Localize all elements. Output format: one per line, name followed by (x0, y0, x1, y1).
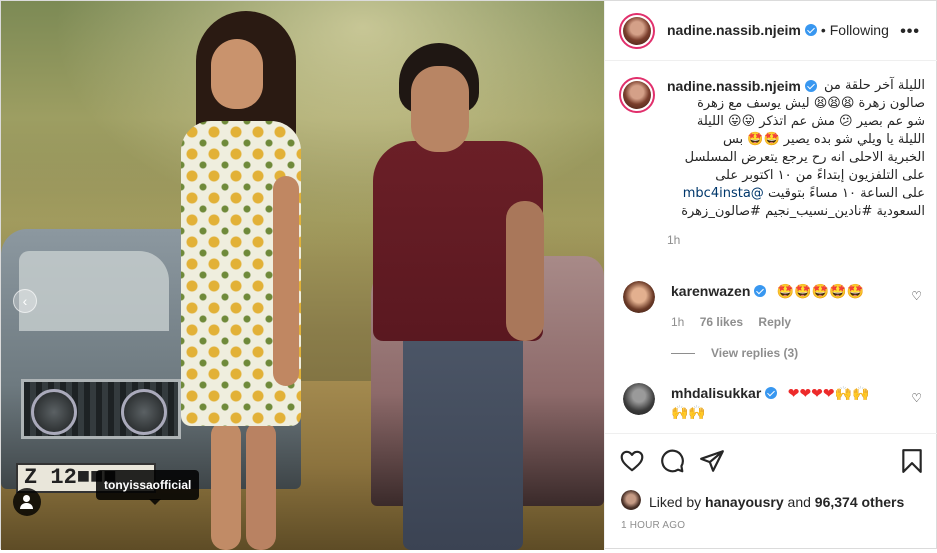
likes-and: and (787, 494, 811, 510)
mention-link[interactable]: @mbc4insta (683, 186, 764, 201)
comments-list[interactable]: nadine.nassib.njeim الليلة آخر حلقة من ص… (605, 61, 937, 433)
comment-item: karenwazen 🤩🤩🤩🤩🤩 1h 76 likes Reply ♡ (605, 277, 937, 337)
car-window (19, 251, 169, 331)
comment-text-continued: 🙌🙌 (671, 405, 706, 421)
photo-man-arm (506, 201, 544, 341)
commenter-avatar[interactable] (623, 383, 655, 415)
bookmark-icon[interactable] (899, 448, 925, 474)
caption-line-4: الليلة يا ويلي شو بده يصير 🤩🤩 بس (722, 132, 925, 147)
caption-line-2: صالون زهرة 😫😫😫 ليش يوسف مع زهرة (697, 96, 925, 111)
liked-by-user[interactable]: hanayousry (705, 494, 784, 510)
commenter-username[interactable]: karenwazen (671, 283, 750, 299)
photo-woman-leg (246, 421, 276, 550)
post-side-panel: nadine.nassib.njeim • Following ••• nadine… (604, 1, 937, 550)
verified-icon (765, 387, 778, 399)
likes-others[interactable]: 96,374 others (815, 494, 905, 510)
post-timestamp[interactable]: 1 HOUR AGO (621, 520, 685, 531)
share-icon[interactable] (699, 448, 725, 474)
comment-text: ❤❤❤❤🙌🙌 (787, 386, 870, 402)
commenter-username[interactable]: mhdalisukkar (671, 385, 761, 401)
verified-icon (804, 80, 817, 92)
photo-man-face (411, 66, 469, 152)
caption-time[interactable]: 1h (667, 231, 925, 249)
comment-meta: 1h 76 likes Reply (671, 315, 791, 329)
comment-like-icon[interactable]: ♡ (911, 289, 922, 303)
more-icon[interactable]: ••• (900, 23, 920, 41)
car-headlamp (31, 389, 77, 435)
header-user-line: nadine.nassib.njeim • Following (667, 22, 889, 40)
caption-line-6: على التلفزيون إبتداءً من ١٠ اكتوبر على (715, 168, 925, 183)
commenter-avatar[interactable] (623, 281, 655, 313)
author-username[interactable]: nadine.nassib.njeim (667, 22, 801, 38)
user-tag-label[interactable]: tonyissaofficial (96, 470, 200, 500)
caption-text: nadine.nassib.njeim الليلة آخر حلقة من ص… (667, 77, 925, 249)
verified-icon (754, 285, 767, 297)
caption-line-3: شو عم بصير 😕 مش عم اتذكر 😛😛 الليلة (696, 114, 925, 129)
comment-likes[interactable]: 76 likes (700, 315, 743, 329)
user-tag-pointer (149, 499, 161, 505)
likes-text: Liked by hanayousry and 96,374 others (649, 494, 904, 510)
photo-woman-face (211, 39, 263, 109)
verified-icon (804, 24, 817, 36)
caption-line-7-text: على الساعة ١٠ مساءً بتوقيت (767, 186, 925, 201)
carousel-prev-icon[interactable]: ‹ (13, 289, 37, 313)
comment-icon[interactable] (659, 448, 685, 474)
photo-man-jeans (403, 331, 523, 550)
view-replies-button[interactable]: View replies (3) (671, 346, 798, 360)
liked-by-avatar[interactable] (621, 490, 641, 510)
caption-username[interactable]: nadine.nassib.njeim (667, 78, 801, 94)
post-photo[interactable]: Z 12■■■ ‹ tonyissaofficial (1, 1, 604, 550)
comment-line: mhdalisukkar ❤❤❤❤🙌🙌 (671, 385, 870, 403)
following-button[interactable]: Following (830, 22, 889, 38)
comment-text: 🤩🤩🤩🤩🤩 (776, 284, 864, 300)
photo-woman-arm (273, 176, 299, 386)
replies-divider (671, 353, 695, 355)
caption-line-5: الخبرية الاحلى انه رح يرجع يتعرض المسلسل (684, 150, 925, 165)
liked-by-prefix: Liked by (649, 494, 702, 510)
caption-line-1: الليلة آخر حلقة من (823, 78, 925, 93)
caption-first-line: nadine.nassib.njeim الليلة آخر حلقة من (667, 77, 925, 95)
comment-item: mhdalisukkar ❤❤❤❤🙌🙌 🙌🙌 ♡ (605, 379, 937, 433)
heart-icon[interactable] (619, 448, 645, 474)
car-headlamp (121, 389, 167, 435)
post-actions: Liked by hanayousry and 96,374 others 1 … (605, 433, 937, 553)
photo-woman-leg (211, 421, 241, 550)
caption-line-8: السعودية #نادين_نسيب_نجيم #صالون_زهرة (681, 204, 925, 219)
caption-line-7: على الساعة ١٠ مساءً بتوقيت @mbc4insta (667, 185, 925, 203)
caption-avatar[interactable] (619, 77, 655, 113)
comment-time[interactable]: 1h (671, 315, 684, 329)
tag-person-icon[interactable] (13, 488, 41, 516)
post-header: nadine.nassib.njeim • Following ••• (605, 1, 937, 61)
instagram-post-modal: Z 12■■■ ‹ tonyissaofficial nadine.nassib… (0, 0, 937, 550)
view-replies-label: View replies (3) (711, 346, 799, 360)
comment-line: karenwazen 🤩🤩🤩🤩🤩 (671, 283, 864, 301)
header-separator: • (820, 22, 826, 38)
author-avatar[interactable] (619, 13, 655, 49)
comment-like-icon[interactable]: ♡ (911, 391, 922, 405)
reply-button[interactable]: Reply (758, 315, 791, 329)
